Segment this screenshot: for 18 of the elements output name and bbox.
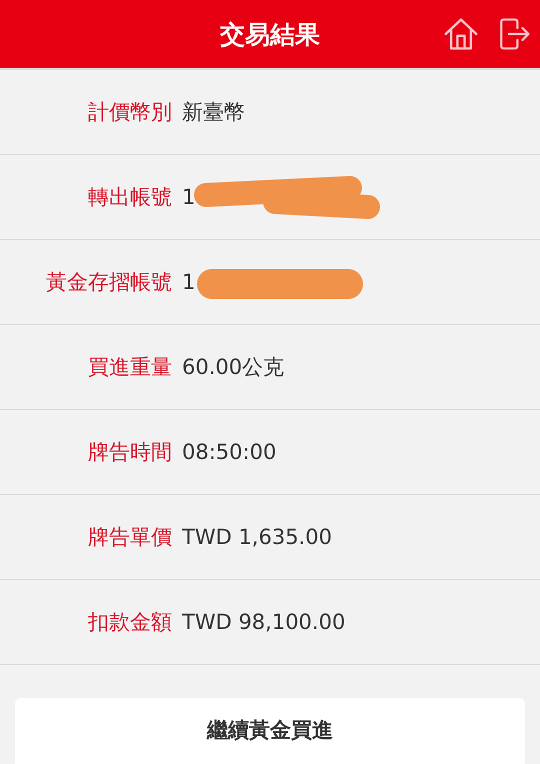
home-icon[interactable] <box>443 16 479 52</box>
page-title: 交易結果 <box>220 18 320 50</box>
field-label: 買進重量 <box>87 354 172 381</box>
field-value: 1 <box>182 185 196 209</box>
field-label: 轉出帳號 <box>87 184 172 211</box>
field-label: 牌告單價 <box>87 524 172 551</box>
field-value: 08:50:00 <box>182 440 276 464</box>
field-label: 計價幣別 <box>87 99 172 126</box>
field-label: 黃金存摺帳號 <box>45 269 172 296</box>
field-value: TWD 1,635.00 <box>182 525 332 549</box>
continue-button[interactable]: 繼續黃金買進 <box>15 698 525 764</box>
field-value: 新臺幣 <box>182 99 245 126</box>
field-label: 扣款金額 <box>87 609 172 636</box>
field-value: TWD 98,100.00 <box>182 610 346 634</box>
logout-icon[interactable] <box>497 16 531 52</box>
field-label: 牌告時間 <box>87 439 172 466</box>
field-value: 60.00公克 <box>182 354 284 381</box>
field-value: 1 <box>182 270 196 294</box>
